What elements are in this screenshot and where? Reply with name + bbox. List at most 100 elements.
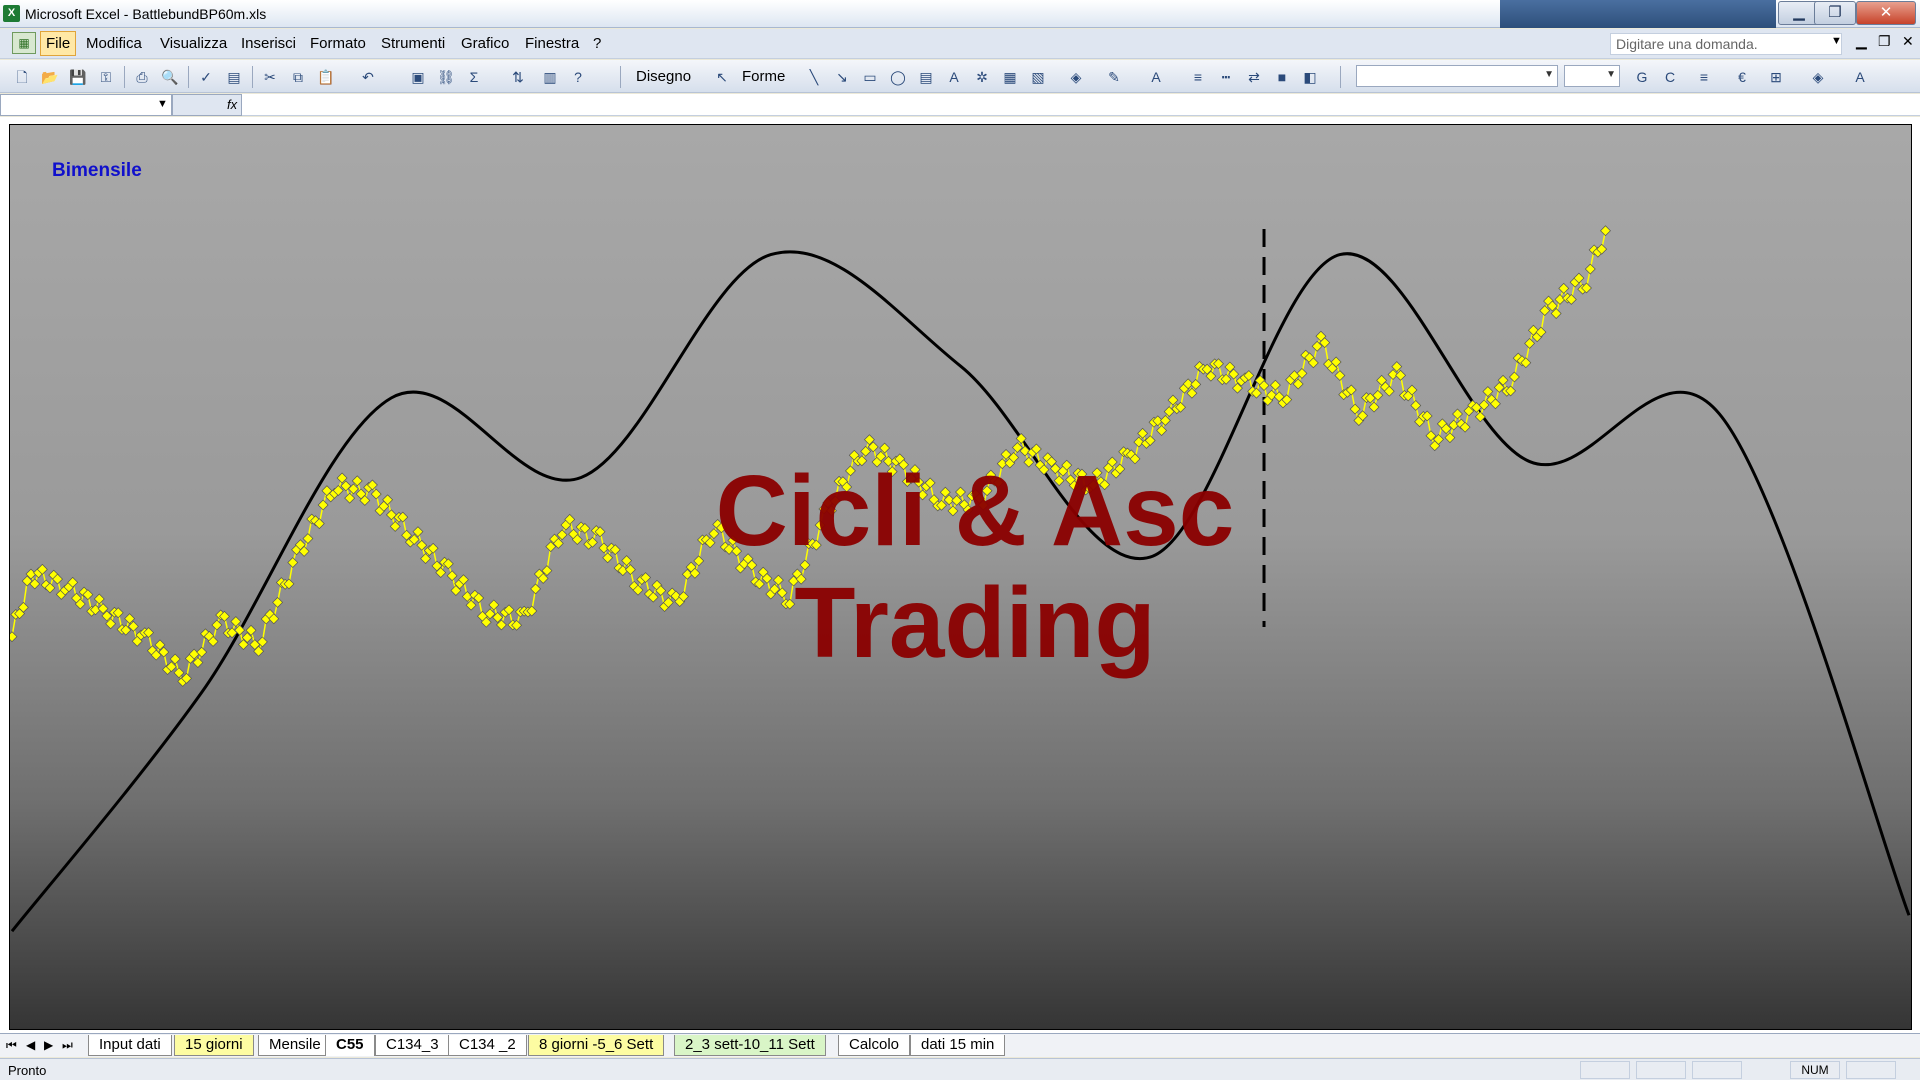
price-point (389, 520, 401, 532)
price-point (465, 599, 477, 611)
open-icon[interactable]: 📂 (40, 67, 60, 87)
select-pointer-icon[interactable]: ↖ (712, 67, 732, 87)
doc-close-icon[interactable]: ✕ (1902, 33, 1914, 50)
menu-visualizza[interactable]: Visualizza (160, 35, 227, 52)
cut-icon[interactable]: ✂ (260, 67, 280, 87)
menu-bar: ▦ File Modifica Visualizza Inserisci For… (0, 29, 1920, 59)
doc-restore-icon[interactable]: ❐ (1878, 33, 1891, 50)
print-preview-icon[interactable]: 🔍 (160, 67, 180, 87)
italic-icon[interactable]: C (1660, 67, 1680, 87)
clipart-tool-icon[interactable]: ▦ (1000, 67, 1020, 87)
price-point (370, 488, 382, 500)
close-button[interactable]: ✕ (1856, 1, 1916, 25)
price-point (1584, 263, 1596, 275)
diagram-tool-icon[interactable]: ✲ (972, 67, 992, 87)
highlight-icon[interactable]: ◈ (1808, 67, 1828, 87)
menu-modifica[interactable]: Modifica (86, 35, 142, 52)
toolbar-separator (620, 66, 621, 88)
disegno-menu[interactable]: Disegno (636, 68, 691, 85)
fill-color-icon[interactable]: ◈ (1066, 67, 1086, 87)
price-point (1558, 282, 1570, 294)
oval-tool-icon[interactable]: ◯ (888, 67, 908, 87)
3d-style-icon[interactable]: ◧ (1300, 67, 1320, 87)
rectangle-tool-icon[interactable]: ▭ (860, 67, 880, 87)
document-icon[interactable]: ▦ (12, 32, 36, 54)
next-sheet-icon[interactable]: ▶ (44, 1038, 53, 1052)
menu-strumenti[interactable]: Strumenti (381, 35, 445, 52)
maximize-button[interactable]: ❐ (1814, 1, 1856, 25)
align-icon[interactable]: ≡ (1694, 67, 1714, 87)
autosum-icon[interactable]: Σ (464, 67, 484, 87)
spelling-icon[interactable]: ✓ (196, 67, 216, 87)
price-point (272, 596, 284, 608)
bold-icon[interactable]: G (1632, 67, 1652, 87)
sheet-tab-c55[interactable]: C55 (325, 1035, 375, 1056)
text-color-icon[interactable]: A (1850, 67, 1870, 87)
line-style-icon[interactable]: ≡ (1188, 67, 1208, 87)
chevron-down-icon[interactable]: ▼ (1831, 35, 1842, 47)
last-sheet-icon[interactable]: ⏭ (62, 1038, 73, 1053)
font-color-icon[interactable]: A (1146, 67, 1166, 87)
sort-icon[interactable]: ⇅ (508, 67, 528, 87)
price-point (1186, 387, 1198, 399)
ask-question-input[interactable]: Digitare una domanda. (1610, 33, 1842, 55)
new-icon[interactable]: 🗋 (12, 67, 32, 87)
sheet-tab-15-giorni[interactable]: 15 giorni (174, 1035, 254, 1056)
prev-sheet-icon[interactable]: ◀ (26, 1038, 35, 1052)
dash-style-icon[interactable]: ┅ (1216, 67, 1236, 87)
save-icon[interactable]: 💾 (68, 67, 88, 87)
first-sheet-icon[interactable]: ⏮ (6, 1038, 17, 1053)
chart-area[interactable]: Bimensile Cicli & Asc Trading (9, 124, 1912, 1030)
sheet-tab-2-3-sett[interactable]: 2_3 sett-10_11 Sett (674, 1035, 826, 1056)
price-point (344, 492, 356, 504)
doc-minimize-icon[interactable]: ▁ (1856, 33, 1867, 50)
shadow-style-icon[interactable]: ■ (1272, 67, 1292, 87)
chart-object-icon[interactable]: ▣ (408, 67, 428, 87)
menu-formato[interactable]: Formato (310, 35, 366, 52)
menu-help[interactable]: ? (593, 35, 601, 52)
price-point (1156, 425, 1168, 436)
font-name-combo[interactable]: ▼ (1356, 65, 1558, 87)
paste-icon[interactable]: 📋 (316, 67, 336, 87)
sheet-tab-calcolo[interactable]: Calcolo (838, 1035, 911, 1056)
forme-menu[interactable]: Forme (742, 68, 785, 85)
permission-icon[interactable]: ⚿ (96, 67, 116, 87)
sheet-tab-input-dati[interactable]: Input dati (88, 1035, 172, 1056)
line-color-icon[interactable]: ✎ (1104, 67, 1124, 87)
line-tool-icon[interactable]: ╲ (804, 67, 824, 87)
picture-tool-icon[interactable]: ▧ (1028, 67, 1048, 87)
price-point (211, 619, 223, 631)
price-point (1444, 432, 1456, 444)
name-box[interactable]: ▼ (0, 94, 172, 116)
sheet-tab-c134-3[interactable]: C134_3 (375, 1035, 450, 1056)
excel-app-icon[interactable]: X (3, 5, 20, 22)
arrow-style-icon[interactable]: ⇄ (1244, 67, 1264, 87)
price-point (93, 593, 105, 605)
status-cell (1636, 1061, 1686, 1079)
sheet-tab-mensile[interactable]: Mensile (258, 1035, 332, 1056)
menu-inserisci[interactable]: Inserisci (241, 35, 296, 52)
price-point (1410, 400, 1422, 411)
research-icon[interactable]: ▤ (224, 67, 244, 87)
textbox-tool-icon[interactable]: ▤ (916, 67, 936, 87)
chart-wizard-icon[interactable]: ▥ (540, 67, 560, 87)
hyperlink-icon[interactable]: ⛓ (436, 67, 456, 87)
undo-icon[interactable]: ↶ (358, 67, 378, 87)
arrow-tool-icon[interactable]: ↘ (832, 67, 852, 87)
price-point (1190, 378, 1202, 390)
borders-icon[interactable]: ⊞ (1766, 67, 1786, 87)
menu-grafico[interactable]: Grafico (461, 35, 509, 52)
font-size-combo[interactable]: ▼ (1564, 65, 1620, 87)
sheet-tab-c134-2[interactable]: C134 _2 (448, 1035, 527, 1056)
sheet-tab-8-giorni[interactable]: 8 giorni -5_6 Sett (528, 1035, 665, 1056)
menu-file[interactable]: File (40, 31, 77, 56)
menu-finestra[interactable]: Finestra (525, 35, 579, 52)
chevron-down-icon[interactable]: ▼ (157, 98, 168, 110)
toolbar-separator (252, 66, 253, 88)
sheet-tab-dati-15-min[interactable]: dati 15 min (910, 1035, 1006, 1056)
help-icon[interactable]: ? (568, 67, 588, 87)
print-icon[interactable]: ⎙ (132, 67, 152, 87)
wordart-tool-icon[interactable]: A (944, 67, 964, 87)
euro-icon[interactable]: € (1732, 67, 1752, 87)
copy-icon[interactable]: ⧉ (288, 67, 308, 87)
